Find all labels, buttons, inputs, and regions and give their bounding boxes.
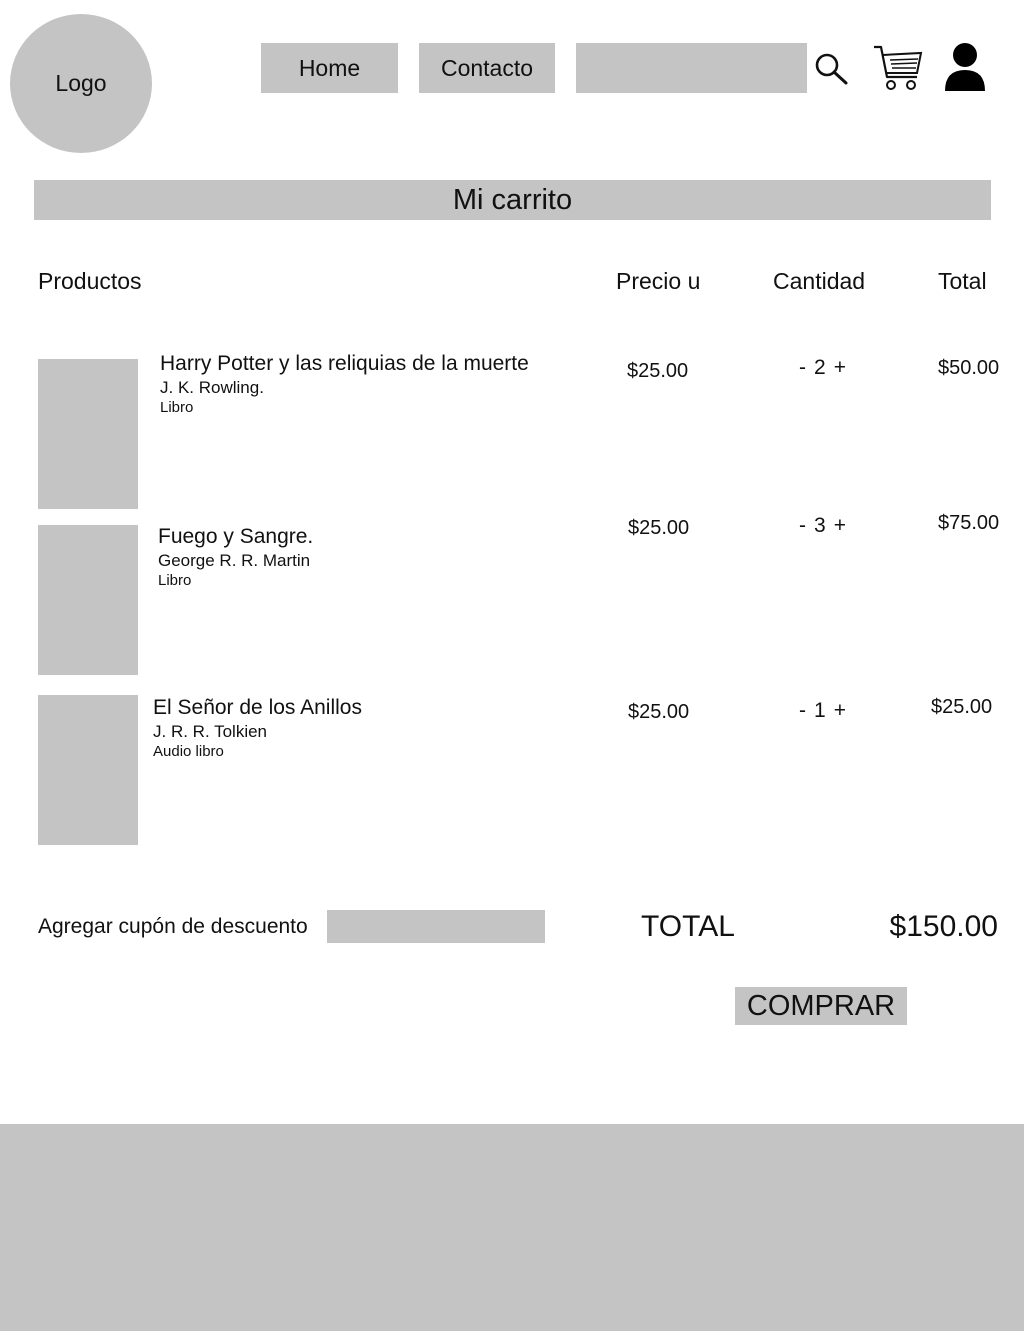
user-icon[interactable] (944, 42, 986, 92)
product-title[interactable]: Harry Potter y las reliquias de la muert… (160, 352, 529, 376)
page-title: Mi carrito (34, 180, 991, 220)
total-value: $150.00 (889, 910, 998, 943)
increase-quantity-button[interactable]: + (834, 356, 846, 380)
line-total: $25.00 (931, 696, 993, 718)
unit-price: $25.00 (627, 360, 689, 382)
product-image[interactable] (38, 695, 138, 845)
column-header-unit-price: Precio u (616, 268, 701, 294)
unit-price: $25.00 (628, 517, 690, 539)
decrease-quantity-button[interactable]: - (799, 699, 806, 723)
unit-price: $25.00 (628, 701, 690, 723)
quantity-stepper[interactable]: - 1 + (799, 699, 846, 723)
quantity-value: 3 (814, 514, 826, 537)
product-format: Libro (160, 399, 194, 416)
decrease-quantity-button[interactable]: - (799, 356, 806, 380)
total-label: TOTAL (641, 910, 735, 943)
quantity-stepper[interactable]: - 3 + (799, 514, 846, 538)
product-author: J. K. Rowling. (160, 378, 264, 397)
product-title[interactable]: El Señor de los Anillos (153, 696, 362, 720)
column-header-total: Total (938, 268, 987, 294)
product-image[interactable] (38, 359, 138, 509)
line-total: $50.00 (938, 357, 1000, 379)
increase-quantity-button[interactable]: + (834, 514, 846, 538)
buy-button[interactable]: COMPRAR (735, 987, 907, 1025)
search-icon[interactable] (814, 52, 850, 86)
coupon-input[interactable] (327, 910, 545, 943)
logo[interactable]: Logo (10, 14, 152, 153)
product-author: George R. R. Martin (158, 551, 311, 570)
product-image[interactable] (38, 525, 138, 675)
product-title[interactable]: Fuego y Sangre. (158, 525, 313, 549)
nav-home-button[interactable]: Home (261, 43, 398, 93)
coupon-label: Agregar cupón de descuento (38, 915, 308, 938)
product-format: Audio libro (153, 743, 224, 760)
quantity-value: 1 (814, 699, 826, 722)
line-total: $75.00 (938, 512, 1000, 534)
nav-contact-button[interactable]: Contacto (419, 43, 555, 93)
cart-icon[interactable] (872, 43, 924, 93)
increase-quantity-button[interactable]: + (834, 699, 846, 723)
quantity-value: 2 (814, 356, 826, 379)
quantity-stepper[interactable]: - 2 + (799, 356, 846, 380)
footer (0, 1124, 1024, 1331)
product-format: Libro (158, 572, 192, 589)
column-header-quantity: Cantidad (773, 268, 866, 294)
search-input[interactable] (576, 43, 807, 93)
decrease-quantity-button[interactable]: - (799, 514, 806, 538)
column-header-products: Productos (38, 268, 142, 294)
product-author: J. R. R. Tolkien (153, 722, 268, 741)
